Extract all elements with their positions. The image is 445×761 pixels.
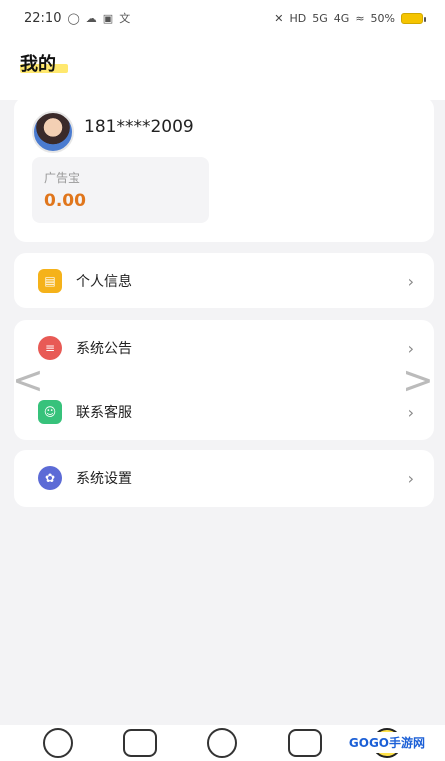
menu-item-label: 个人信息 [76,274,132,290]
bell-off-icon: ✕ [274,11,284,25]
carousel-next-arrow[interactable]: > [402,360,434,400]
id-card-icon: ▤ [38,269,62,293]
home-icon[interactable] [43,728,74,758]
settings-card: ✿ 系统设置 › [14,450,434,507]
status-left: 22:10 ◯ ☁ ▣ 文 [24,10,130,26]
chevron-right-icon: › [407,402,414,422]
chevron-right-icon: › [407,271,414,291]
page-title: 我的 [20,54,56,75]
menu-item-label: 联系客服 [76,405,132,421]
avatar[interactable] [32,111,74,153]
info-card-group: ≡ 系统公告 › ☺ 联系客服 › [14,320,434,440]
wifi-icon: ≈ [355,11,365,25]
menu-item-customer-service[interactable]: ☺ 联系客服 › [14,386,434,438]
watermark: GOGO手游网 [342,732,431,753]
chevron-right-icon: › [407,468,414,488]
chart-icon[interactable] [123,729,158,757]
personal-info-card: ▤ 个人信息 › [14,253,434,308]
menu-item-label: 系统设置 [76,471,132,487]
signal-4g-icon: 4G [333,11,350,25]
menu-item-settings[interactable]: ✿ 系统设置 › [14,452,434,504]
status-bar: 22:10 ◯ ☁ ▣ 文 ✕ HD 5G 4G ≈ 50% [0,0,445,36]
gauge-icon[interactable] [207,728,238,758]
gear-icon: ✿ [38,466,62,490]
menu-item-personal-info[interactable]: ▤ 个人信息 › [14,255,434,307]
hd-icon: HD [289,11,307,25]
user-phone: 181****2009 [84,117,194,137]
status-right: ✕ HD 5G 4G ≈ 50% [274,11,426,25]
menu-item-announcement[interactable]: ≡ 系统公告 › [14,322,434,374]
carousel-prev-arrow[interactable]: < [12,360,44,400]
image-icon: ▣ [102,11,114,25]
translate-icon: 文 [119,12,131,25]
cloud-icon: ☁ [85,11,97,25]
message-icon: ≡ [38,336,62,360]
status-time: 22:10 [24,10,62,26]
bag-icon[interactable] [287,729,322,757]
signal-5g-icon: 5G [312,11,328,25]
contacts-icon: ☺ [38,400,62,424]
circle-icon: ◯ [67,11,80,25]
chevron-right-icon: › [407,338,414,358]
profile-card: 181****2009 广告宝 0.00 [14,97,434,242]
ad-balance-box[interactable]: 广告宝 0.00 [32,157,209,223]
ad-balance-label: 广告宝 [44,171,81,185]
ad-balance-value: 0.00 [44,191,86,211]
battery-text: 50% [370,11,395,25]
battery-icon [401,12,426,24]
menu-item-label: 系统公告 [76,341,132,357]
